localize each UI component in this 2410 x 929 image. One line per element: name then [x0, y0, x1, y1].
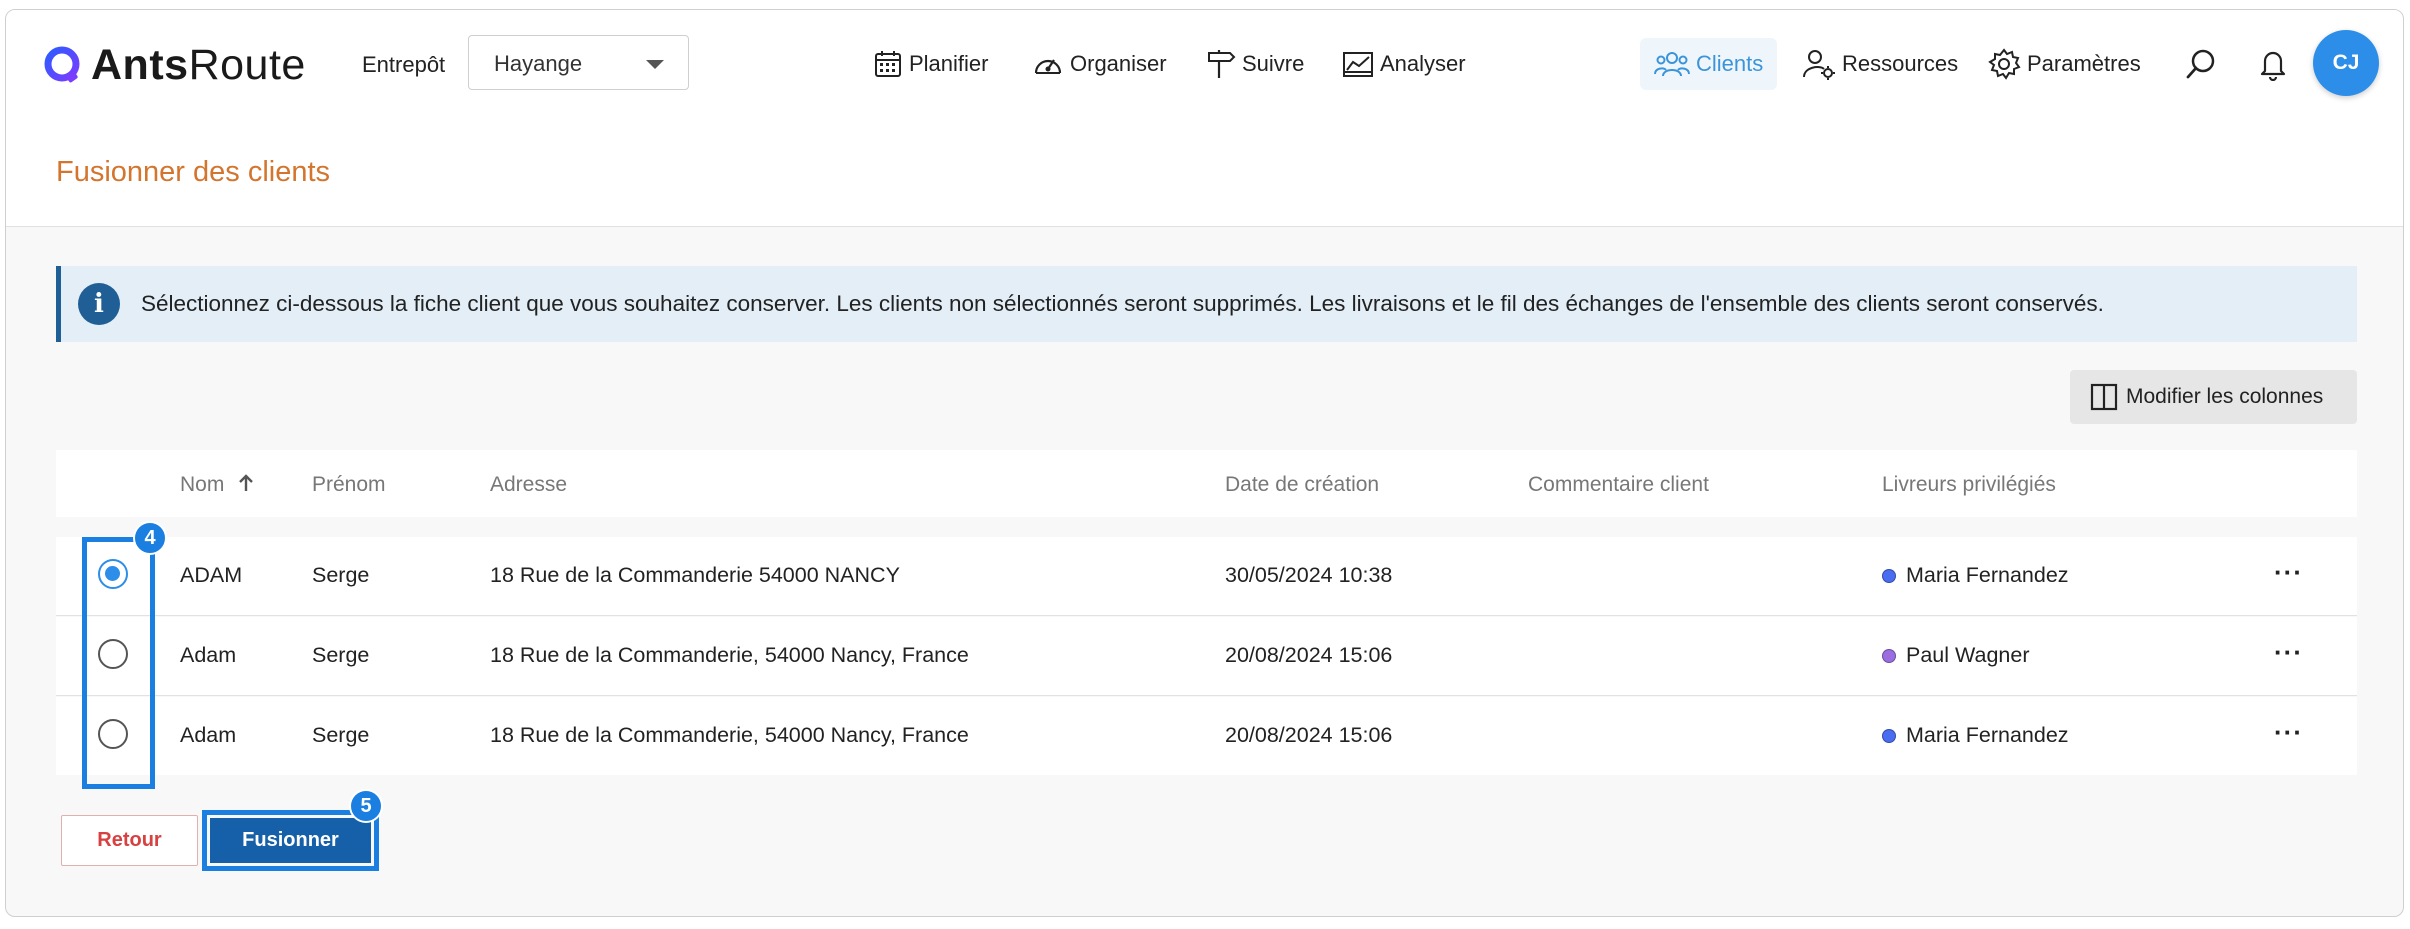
cell-driver: Maria Fernandez [1882, 723, 2069, 748]
search-icon [2186, 49, 2215, 79]
table-row[interactable]: Adam Serge 18 Rue de la Commanderie, 540… [56, 697, 2357, 775]
nav-settings-label: Paramètres [2027, 51, 2141, 76]
cell-address: 18 Rue de la Commanderie 54000 NANCY [490, 563, 900, 587]
column-comment[interactable]: Commentaire client [1528, 473, 1709, 497]
top-navigation-bar: AntsRoute Entrepôt Hayange Planifier Org… [6, 10, 2403, 119]
cell-created: 30/05/2024 10:38 [1225, 563, 1393, 587]
edit-columns-button[interactable]: Modifier les colonnes [2070, 370, 2357, 424]
nav-plan[interactable]: Planifier [873, 38, 988, 90]
warehouse-label: Entrepôt [362, 52, 446, 77]
nav-analyse-label: Analyser [1380, 51, 1466, 76]
info-banner: i Sélectionnez ci-dessous la fiche clien… [56, 266, 2357, 342]
cell-driver: Paul Wagner [1882, 643, 2030, 668]
merge-button[interactable]: Fusionner [210, 818, 371, 863]
nav-settings[interactable]: Paramètres [1987, 38, 2141, 90]
user-avatar[interactable]: CJ [2313, 30, 2379, 96]
radio-highlight-box [82, 537, 155, 789]
back-button[interactable]: Retour [61, 815, 198, 866]
edit-columns-label: Modifier les colonnes [2126, 385, 2324, 408]
app-window: AntsRoute Entrepôt Hayange Planifier Org… [5, 9, 2404, 917]
column-name[interactable]: Nom [180, 473, 256, 497]
driver-color-dot [1882, 569, 1896, 583]
clients-group-icon [1654, 52, 1690, 77]
column-created[interactable]: Date de création [1225, 473, 1379, 497]
merge-button-highlight: Fusionner [202, 810, 379, 871]
cell-firstname: Serge [312, 643, 370, 667]
cell-address: 18 Rue de la Commanderie, 54000 Nancy, F… [490, 723, 969, 747]
info-text: Sélectionnez ci-dessous la fiche client … [141, 291, 2104, 316]
page-title: Fusionner des clients [56, 156, 331, 188]
step-badge: 5 [349, 789, 383, 823]
signpost-icon [1208, 50, 1236, 78]
more-options-icon[interactable]: ··· [2274, 717, 2303, 748]
nav-clients[interactable]: Clients [1640, 38, 1778, 90]
table-row[interactable]: Adam Serge 18 Rue de la Commanderie, 540… [56, 617, 2357, 696]
cell-driver: Maria Fernandez [1882, 563, 2069, 588]
chart-icon [1343, 52, 1373, 77]
cell-address: 18 Rue de la Commanderie, 54000 Nancy, F… [490, 643, 969, 667]
nav-organise[interactable]: Organiser [1032, 38, 1167, 90]
cell-created: 20/08/2024 15:06 [1225, 643, 1393, 667]
nav-plan-label: Planifier [909, 51, 989, 76]
notifications-button[interactable] [2249, 40, 2297, 88]
gear-icon [1988, 48, 2021, 80]
cell-name: Adam [180, 723, 237, 747]
nav-track-label: Suivre [1242, 51, 1305, 76]
step-badge: 4 [133, 521, 167, 555]
more-options-icon[interactable]: ··· [2274, 557, 2303, 588]
logo-text: AntsRoute [91, 40, 306, 89]
cell-firstname: Serge [312, 723, 370, 747]
cell-name: ADAM [180, 563, 243, 587]
cell-firstname: Serge [312, 563, 370, 587]
user-gear-icon [1803, 50, 1835, 80]
more-options-icon[interactable]: ··· [2274, 637, 2303, 668]
driver-color-dot [1882, 729, 1896, 743]
bell-icon [2260, 51, 2286, 81]
antsroute-logo[interactable]: AntsRoute [43, 40, 306, 90]
column-address[interactable]: Adresse [490, 473, 567, 497]
chevron-down-icon [646, 60, 664, 69]
calendar-icon [875, 51, 901, 77]
column-drivers[interactable]: Livreurs privilégiés [1882, 473, 2056, 497]
nav-track[interactable]: Suivre [1206, 38, 1304, 90]
gauge-icon [1034, 59, 1062, 74]
warehouse-value: Hayange [494, 51, 583, 76]
info-icon: i [78, 283, 120, 325]
columns-icon [2090, 383, 2118, 411]
antsroute-logo-icon [44, 46, 80, 83]
warehouse-select[interactable]: Hayange [468, 35, 689, 90]
table-row[interactable]: ADAM Serge 18 Rue de la Commanderie 5400… [56, 537, 2357, 616]
nav-resources[interactable]: Ressources [1802, 38, 1958, 90]
cell-name: Adam [180, 643, 237, 667]
table-header: Nom Prénom Adresse Date de création Comm… [56, 450, 2357, 517]
driver-color-dot [1882, 649, 1896, 663]
nav-clients-label: Clients [1696, 51, 1764, 76]
search-button[interactable] [2177, 40, 2225, 88]
nav-analyse[interactable]: Analyser [1342, 38, 1466, 90]
arrow-up-icon [239, 474, 254, 491]
cell-created: 20/08/2024 15:06 [1225, 723, 1393, 747]
column-firstname[interactable]: Prénom [312, 473, 386, 497]
nav-resources-label: Ressources [1842, 51, 1959, 76]
nav-organise-label: Organiser [1070, 51, 1167, 76]
page-header: Fusionner des clients [6, 118, 2403, 227]
